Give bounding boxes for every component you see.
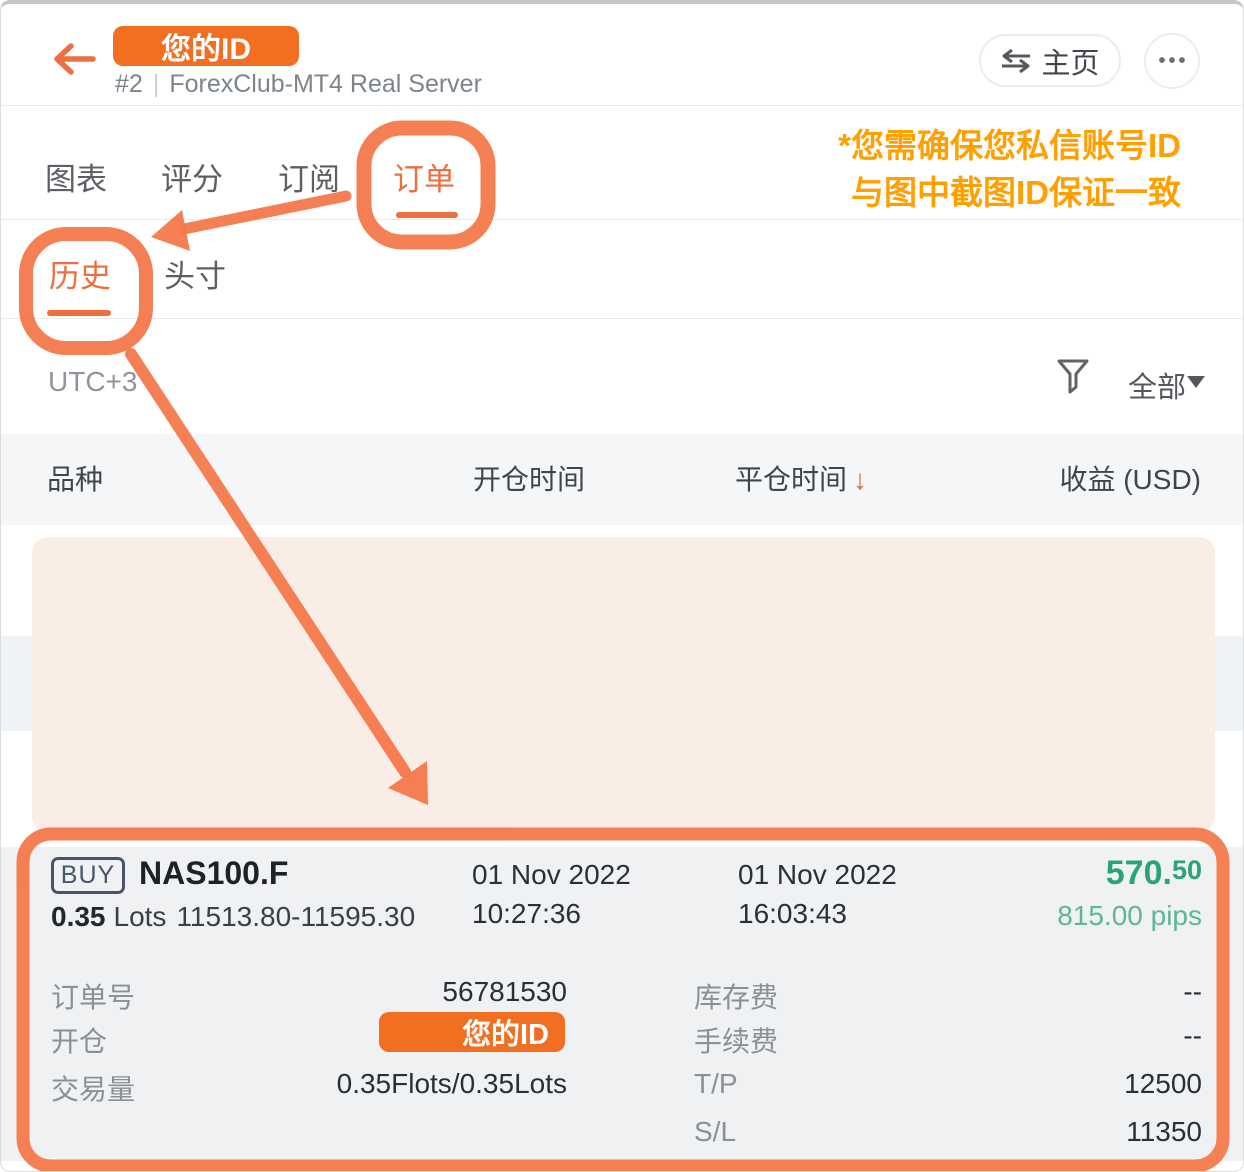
account-subtitle: #2 | ForexClub-MT4 Real Server [115,70,482,99]
order-volume-unit: Lots [114,901,167,932]
detail-label-take-profit: T/P [694,1068,738,1100]
order-open-date: 01 Nov 2022 [472,859,631,891]
column-close-time[interactable]: 平仓时间↓ [735,434,867,525]
subtab-history[interactable]: 历史 [49,251,111,296]
column-symbol: 品种 [47,434,103,525]
order-open-time: 10:27:36 [472,898,581,930]
tab-orders[interactable]: 订单 [393,154,455,199]
column-profit: 收益 (USD) [1059,434,1201,525]
order-profit-main: 570. [1106,856,1172,890]
annotation-note-line1: *您需确保您私信账号ID [838,122,1181,169]
order-volume-line: 0.35 Lots 11513.80-11595.30 [51,901,415,933]
back-button[interactable] [51,40,97,78]
detail-value-swap: -- [1183,976,1202,1008]
header-divider [1,105,1243,106]
timezone-label: UTC+3 [48,366,137,398]
open-price-id-overlay-badge: 您的ID [379,1012,565,1052]
subtitle-separator: | [153,70,160,98]
annotation-note-text: *您需确保您私信账号ID 与图中截图ID保证一致 [838,122,1181,216]
sort-descending-icon: ↓ [853,464,867,495]
order-side-badge: BUY [51,857,125,894]
order-price-range: 11513.80-11595.30 [176,901,415,932]
column-open-time: 开仓时间 [473,434,585,525]
back-arrow-icon [51,40,97,78]
order-profit-decimal: 50 [1172,856,1202,885]
swap-arrows-icon [1000,49,1032,73]
detail-value-order-number: 56781530 [442,976,567,1008]
crayon-arrowhead-history [151,210,190,251]
detail-label-trade-volume: 交易量 [51,1068,135,1108]
tab-subscribe[interactable]: 订阅 [278,154,340,199]
detail-value-trade-volume: 0.35Flots/0.35Lots [337,1068,567,1100]
detail-label-commission: 手续费 [694,1020,778,1060]
redacted-rows-overlay [32,537,1215,832]
active-subtab-underline [47,310,111,316]
detail-value-commission: -- [1183,1020,1202,1052]
account-number: #2 [115,70,143,98]
server-name: ForexClub-MT4 Real Server [169,70,482,98]
detail-label-order-number: 订单号 [51,976,135,1016]
trading-app-window: 您的ID #2 | ForexClub-MT4 Real Server 主页 •••… [0,0,1244,1172]
detail-label-open-price: 开仓 [51,1020,107,1060]
home-button-label: 主页 [1041,40,1099,82]
subtab-positions[interactable]: 头寸 [164,251,226,296]
detail-value-stop-loss: 11350 [1126,1116,1202,1148]
column-close-time-label: 平仓时间 [735,464,847,495]
detail-label-stop-loss: S/L [694,1116,736,1148]
crayon-arrow-orders-to-history-line [184,196,346,229]
filter-dropdown[interactable]: 全部 [1128,364,1186,406]
order-volume: 0.35 [51,901,106,932]
order-pips: 815.00 pips [1057,900,1202,932]
filter-funnel-icon [1057,359,1089,395]
dropdown-caret-icon[interactable] [1187,376,1205,388]
order-close-time: 16:03:43 [738,898,847,930]
tab-rating[interactable]: 评分 [161,154,223,199]
tab-charts[interactable]: 图表 [45,154,107,199]
filter-button[interactable] [1057,359,1089,400]
home-button[interactable]: 主页 [979,34,1121,87]
ellipsis-icon: ••• [1155,50,1188,73]
history-table-header: 品种 开仓时间 平仓时间↓ 收益 (USD) [1,434,1243,525]
annotation-note-line2: 与图中截图ID保证一致 [838,169,1181,216]
tabs-divider [1,219,1243,220]
order-symbol: NAS100.F [139,855,288,892]
order-close-date: 01 Nov 2022 [738,859,897,891]
detail-label-swap: 库存费 [694,976,778,1016]
order-profit: 570. 50 [1106,856,1202,890]
more-options-button[interactable]: ••• [1144,33,1200,89]
account-id-overlay-badge: 您的ID [113,26,299,66]
order-history-card[interactable] [1,847,1243,1161]
active-tab-underline [396,212,458,218]
subtabs-divider [1,318,1243,319]
detail-value-take-profit: 12500 [1124,1068,1202,1100]
